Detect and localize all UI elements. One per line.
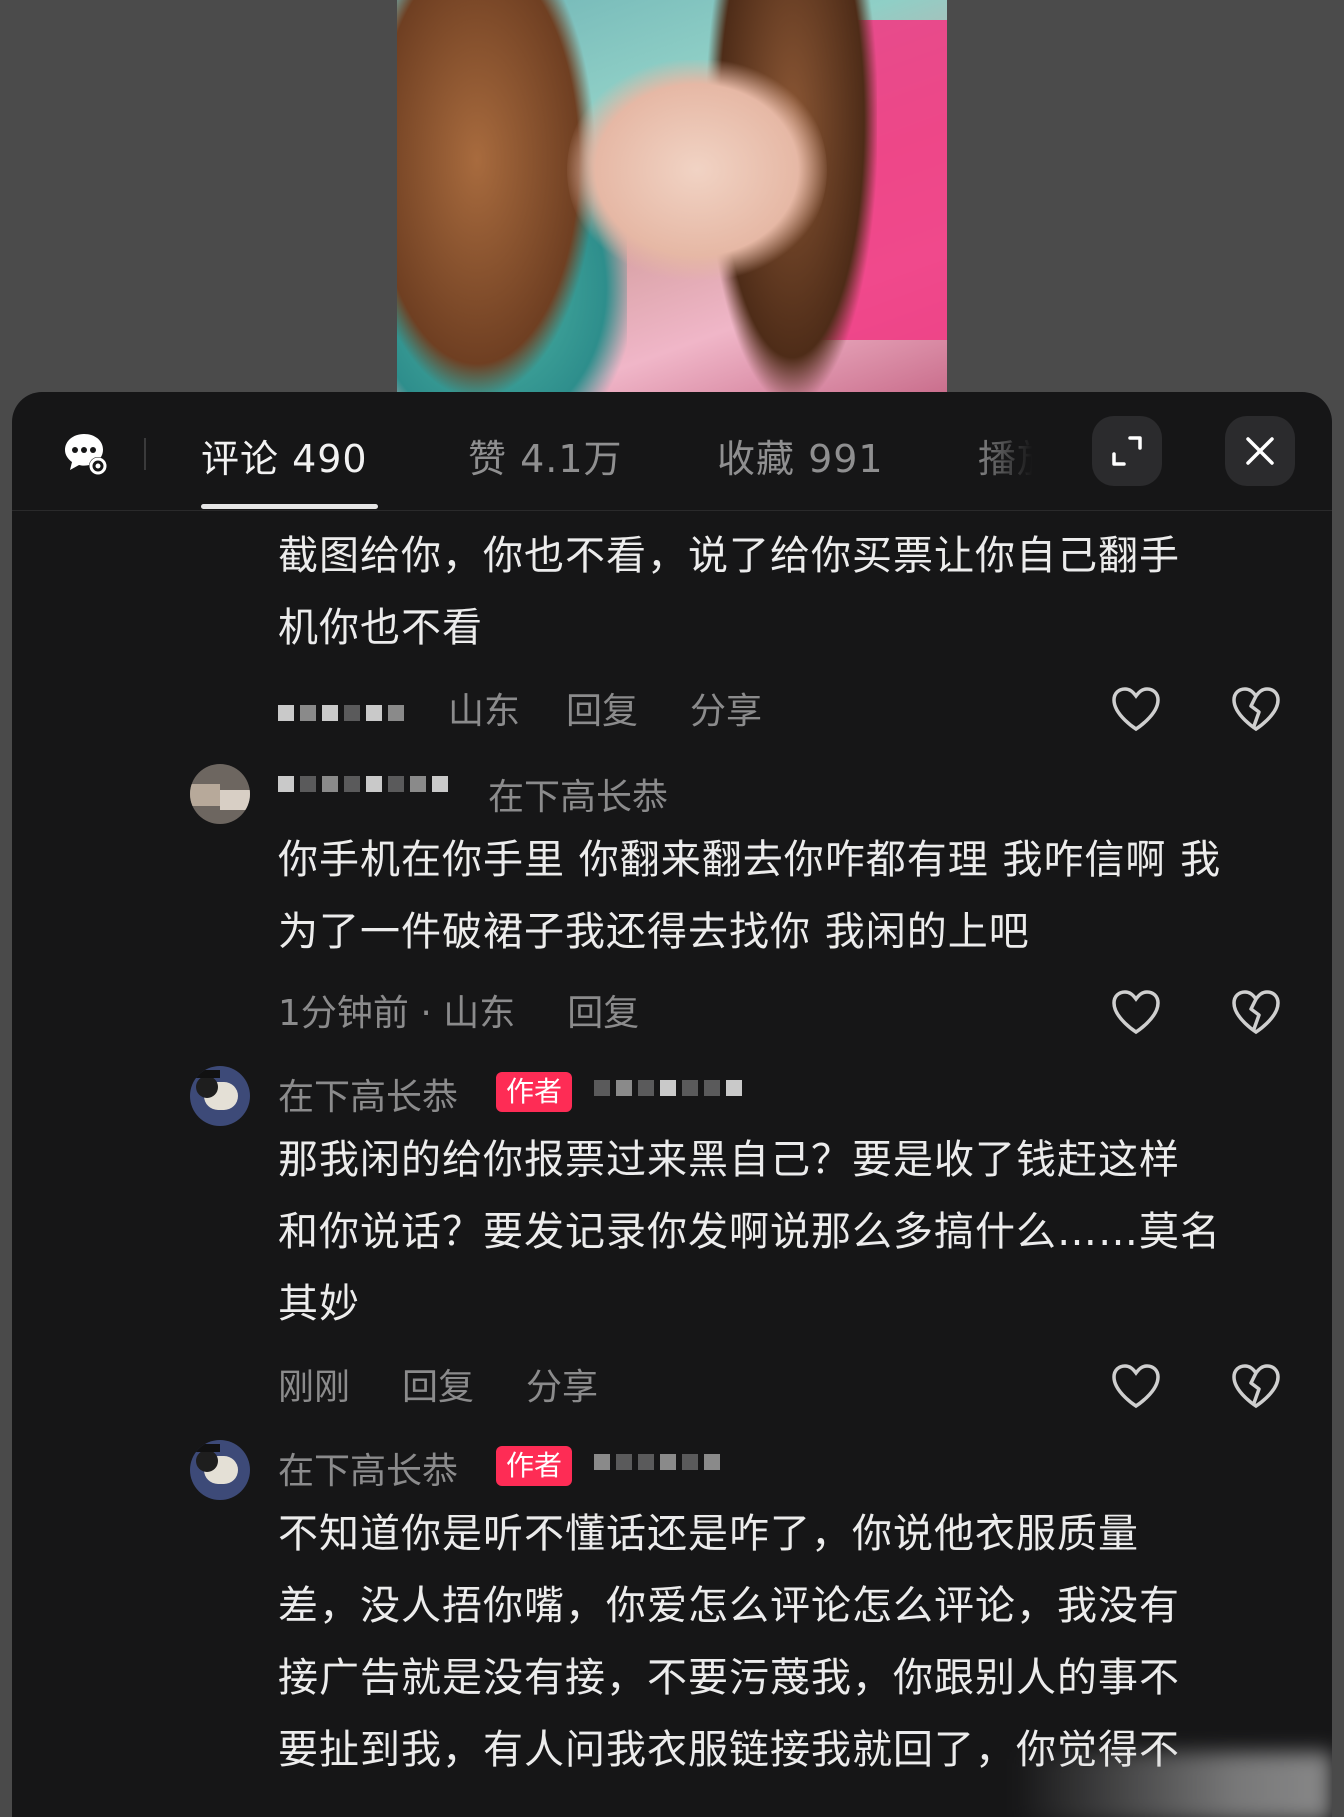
active-tab-indicator [201, 504, 378, 509]
comment-meta: 刚刚 回复 分享 [278, 1358, 650, 1410]
blurred-reply-target [594, 1080, 742, 1096]
comment-time: 刚刚 [278, 1367, 351, 1408]
reply-button[interactable]: 回复 [402, 1367, 474, 1408]
author-badge: 作者 [496, 1072, 573, 1112]
tab-comments[interactable]: 评论 490 [201, 428, 368, 483]
avatar[interactable] [190, 1440, 250, 1500]
comment-text: 不知道你是听不懂话还是咋了，你说他衣服质量 差，没人捂你嘴，你爱怎么评论怎么评论… [278, 1511, 1180, 1773]
blurred-username [278, 776, 448, 792]
avatar[interactable] [190, 1066, 250, 1126]
comment-username[interactable]: 在下高长恭 [278, 1068, 458, 1120]
blurred-time [278, 705, 408, 721]
comment-meta: 山东 回复 分享 [278, 682, 814, 734]
heart-icon[interactable] [1110, 988, 1162, 1036]
author-badge: 作者 [496, 1446, 573, 1486]
heart-icon[interactable] [1110, 1362, 1162, 1410]
comment-meta: 1分钟前 · 山东 回复 [278, 984, 691, 1036]
comment-username[interactable]: 在下高长恭 [278, 1442, 458, 1494]
share-button[interactable]: 分享 [526, 1367, 598, 1408]
blurred-reply-target [594, 1454, 720, 1470]
broken-heart-icon[interactable] [1230, 988, 1282, 1036]
comment-time-location: 1分钟前 · 山东 [278, 993, 516, 1034]
broken-heart-icon[interactable] [1230, 1362, 1282, 1410]
expand-button[interactable] [1092, 416, 1162, 486]
video-frame-image [397, 0, 947, 400]
comment-text: 截图给你，你也不看，说了给你买票让你自己翻手 机你也不看 [278, 533, 1180, 651]
avatar[interactable] [190, 764, 250, 824]
comment-username[interactable]: 在下高长恭 [488, 768, 668, 820]
heart-icon[interactable] [1110, 685, 1162, 733]
comment-text: 那我闲的给你报票过来黑自己？要是收了钱赶这样 和你说话？要发记录你发啊说那么多搞… [278, 1137, 1221, 1327]
close-icon [1246, 437, 1274, 465]
video-player-area[interactable] [0, 0, 1344, 400]
comment-tab-bar: 评论 490 赞 4.1万 收藏 991 播放 [12, 392, 1332, 511]
expand-icon [1112, 436, 1142, 466]
comment-settings-icon[interactable] [62, 430, 110, 478]
tab-separator [144, 438, 146, 470]
share-button[interactable]: 分享 [690, 691, 762, 732]
tab-favorites[interactable]: 收藏 991 [717, 428, 884, 483]
reply-button[interactable]: 回复 [567, 993, 639, 1034]
close-button[interactable] [1225, 416, 1295, 486]
tab-likes[interactable]: 赞 4.1万 [468, 428, 623, 483]
reply-button[interactable]: 回复 [566, 691, 638, 732]
comment-text: 你手机在你手里 你翻来翻去你咋都有理 我咋信啊 我 为了一件破裙子我还得去找你 … [278, 837, 1222, 955]
broken-heart-icon[interactable] [1230, 685, 1282, 733]
comment-panel: 评论 490 赞 4.1万 收藏 991 播放 截图给你，你也不看，说了给你买票… [12, 392, 1332, 1817]
